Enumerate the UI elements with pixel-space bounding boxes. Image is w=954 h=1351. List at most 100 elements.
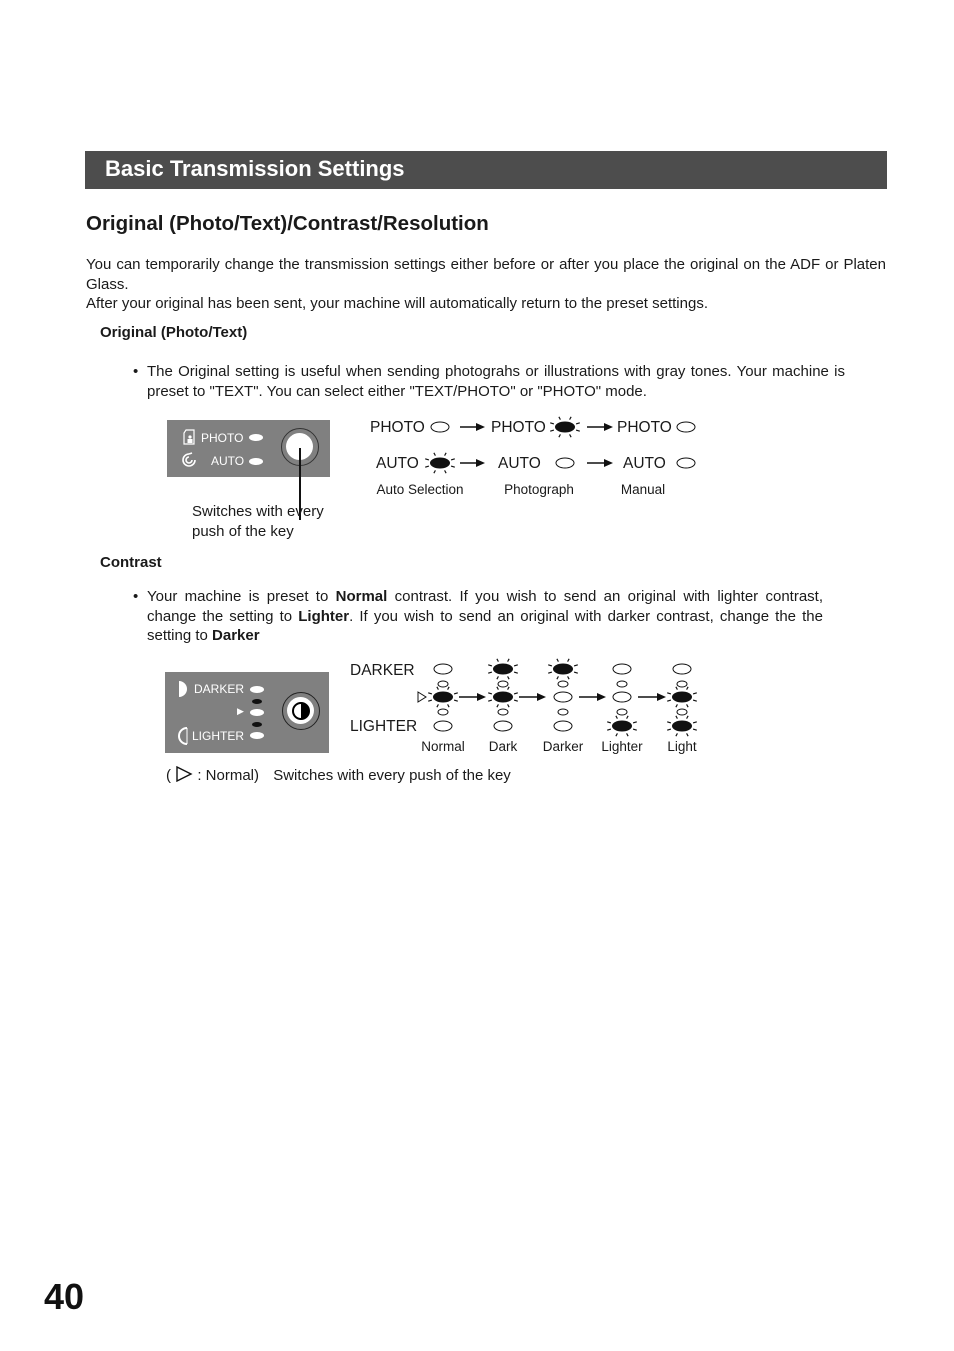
arrow-icon	[460, 459, 485, 467]
normal-led-off	[612, 691, 632, 703]
contrast-state-light	[667, 663, 697, 737]
panel-auto-led	[249, 458, 263, 465]
state-auto-label: AUTO	[623, 455, 666, 472]
page-title: Original (Photo/Text)/Contrast/Resolutio…	[86, 212, 489, 235]
original-callout: Switches with every push of the key	[192, 503, 324, 540]
contrast-state-normal	[428, 663, 458, 732]
normal-triangle-icon	[176, 765, 193, 783]
darker-half-moon-icon	[179, 681, 187, 697]
intro-text: You can temporarily change the transmiss…	[86, 255, 886, 314]
step-led	[557, 708, 569, 716]
auto-led-lit	[425, 452, 455, 474]
intro-line-2: After your original has been sent, your …	[86, 295, 708, 312]
auto-swirl-icon	[182, 452, 196, 467]
contrast-state-caption: Dark	[489, 739, 518, 754]
photo-led-lit	[550, 416, 580, 438]
arrow-icon	[587, 459, 613, 467]
normal-marker-icon	[417, 691, 427, 703]
page-number: 40	[44, 1276, 85, 1317]
normal-marker-icon: ▶	[237, 706, 244, 716]
step-led	[497, 708, 509, 716]
contrast-state-caption: Normal	[421, 739, 465, 754]
darker-led-off	[433, 663, 453, 675]
state-caption: Auto Selection	[376, 482, 463, 497]
contrast-state-caption: Lighter	[601, 739, 643, 754]
arrow-icon	[519, 693, 546, 701]
original-heading: Original (Photo/Text)	[100, 324, 248, 341]
panel-lighter-label: LIGHTER	[192, 729, 245, 743]
contrast-states-diagram: DARKER LIGHTER Normal Dark Darker Lighter Ligh…	[350, 658, 697, 754]
darker-led-lit	[548, 658, 578, 680]
step-led	[616, 708, 628, 716]
step-led	[437, 708, 449, 716]
bullet-dot: •	[133, 588, 139, 605]
original-states-diagram: PHOTO AUTO Auto Selection PHOTO AUTO Photogra…	[370, 416, 696, 497]
step-led	[557, 680, 569, 688]
normal-led-lit	[667, 686, 697, 708]
contrast-key-button[interactable]	[282, 692, 320, 730]
panel-normal-led	[250, 709, 264, 716]
contrast-heading: Contrast	[100, 554, 162, 571]
lighter-half-moon-icon	[178, 727, 188, 745]
intro-line-1: You can temporarily change the transmiss…	[86, 256, 886, 293]
bullet-dot: •	[133, 363, 139, 380]
state-caption: Photograph	[504, 482, 574, 497]
step-led	[676, 680, 688, 688]
darker-led-off	[612, 663, 632, 675]
state-photo-label: PHOTO	[370, 419, 425, 436]
panel-auto-label: AUTO	[211, 454, 245, 468]
arrow-icon	[587, 423, 613, 431]
contrast-state-dark	[488, 658, 518, 732]
original-control-panel: PHOTO AUTO	[167, 420, 330, 477]
lighter-led-lit	[667, 715, 697, 737]
contrast-state-caption: Darker	[543, 739, 584, 754]
step-led	[437, 680, 449, 688]
step-led	[616, 680, 628, 688]
original-bullet-text: The Original setting is useful when send…	[147, 363, 845, 400]
lighter-led-off	[433, 720, 453, 732]
darker-led-lit	[488, 658, 518, 680]
arrow-icon	[579, 693, 606, 701]
auto-led-off	[555, 457, 575, 469]
panel-step-led	[252, 722, 262, 727]
photo-led-off	[676, 421, 696, 433]
panel-darker-label: DARKER	[194, 682, 245, 696]
arrow-icon	[459, 693, 486, 701]
contrast-bullet: • Your machine is preset to Normal contr…	[133, 588, 824, 644]
contrast-darker-label: DARKER	[350, 662, 415, 679]
state-photo-label: PHOTO	[491, 419, 546, 436]
lighter-led-lit	[607, 715, 637, 737]
arrow-icon	[460, 423, 485, 431]
panel-photo-led	[249, 434, 263, 441]
panel-step-led	[252, 699, 262, 704]
panel-darker-led	[250, 686, 264, 693]
arrow-icon	[638, 693, 666, 701]
auto-led-off	[676, 457, 696, 469]
contrast-lighter-label: LIGHTER	[350, 718, 417, 735]
photo-document-icon	[183, 429, 195, 445]
contrast-legend: ( : Normal) Switches with every push of …	[166, 765, 511, 784]
normal-led-lit	[488, 686, 518, 708]
lighter-led-off	[553, 720, 573, 732]
contrast-state-caption: Light	[667, 739, 697, 754]
lighter-led-off	[493, 720, 513, 732]
normal-led-lit	[428, 686, 458, 708]
state-photo-label: PHOTO	[617, 419, 672, 436]
photo-led-off	[430, 421, 450, 433]
state-caption: Manual	[621, 482, 665, 497]
contrast-control-panel: DARKER ▶ LIGHTER	[165, 672, 329, 753]
step-led	[676, 708, 688, 716]
darker-led-off	[672, 663, 692, 675]
original-bullet: • The Original setting is useful when se…	[133, 362, 845, 401]
state-auto-label: AUTO	[498, 455, 541, 472]
contrast-key-icon	[292, 702, 310, 720]
panel-photo-label: PHOTO	[201, 431, 244, 445]
state-auto-label: AUTO	[376, 455, 419, 472]
section-header-bar: Basic Transmission Settings	[85, 151, 887, 189]
section-title: Basic Transmission Settings	[105, 156, 405, 181]
step-led	[497, 680, 509, 688]
normal-led-off	[553, 691, 573, 703]
contrast-state-darker	[548, 658, 578, 732]
contrast-state-lighter	[607, 663, 637, 737]
panel-lighter-led	[250, 732, 264, 739]
